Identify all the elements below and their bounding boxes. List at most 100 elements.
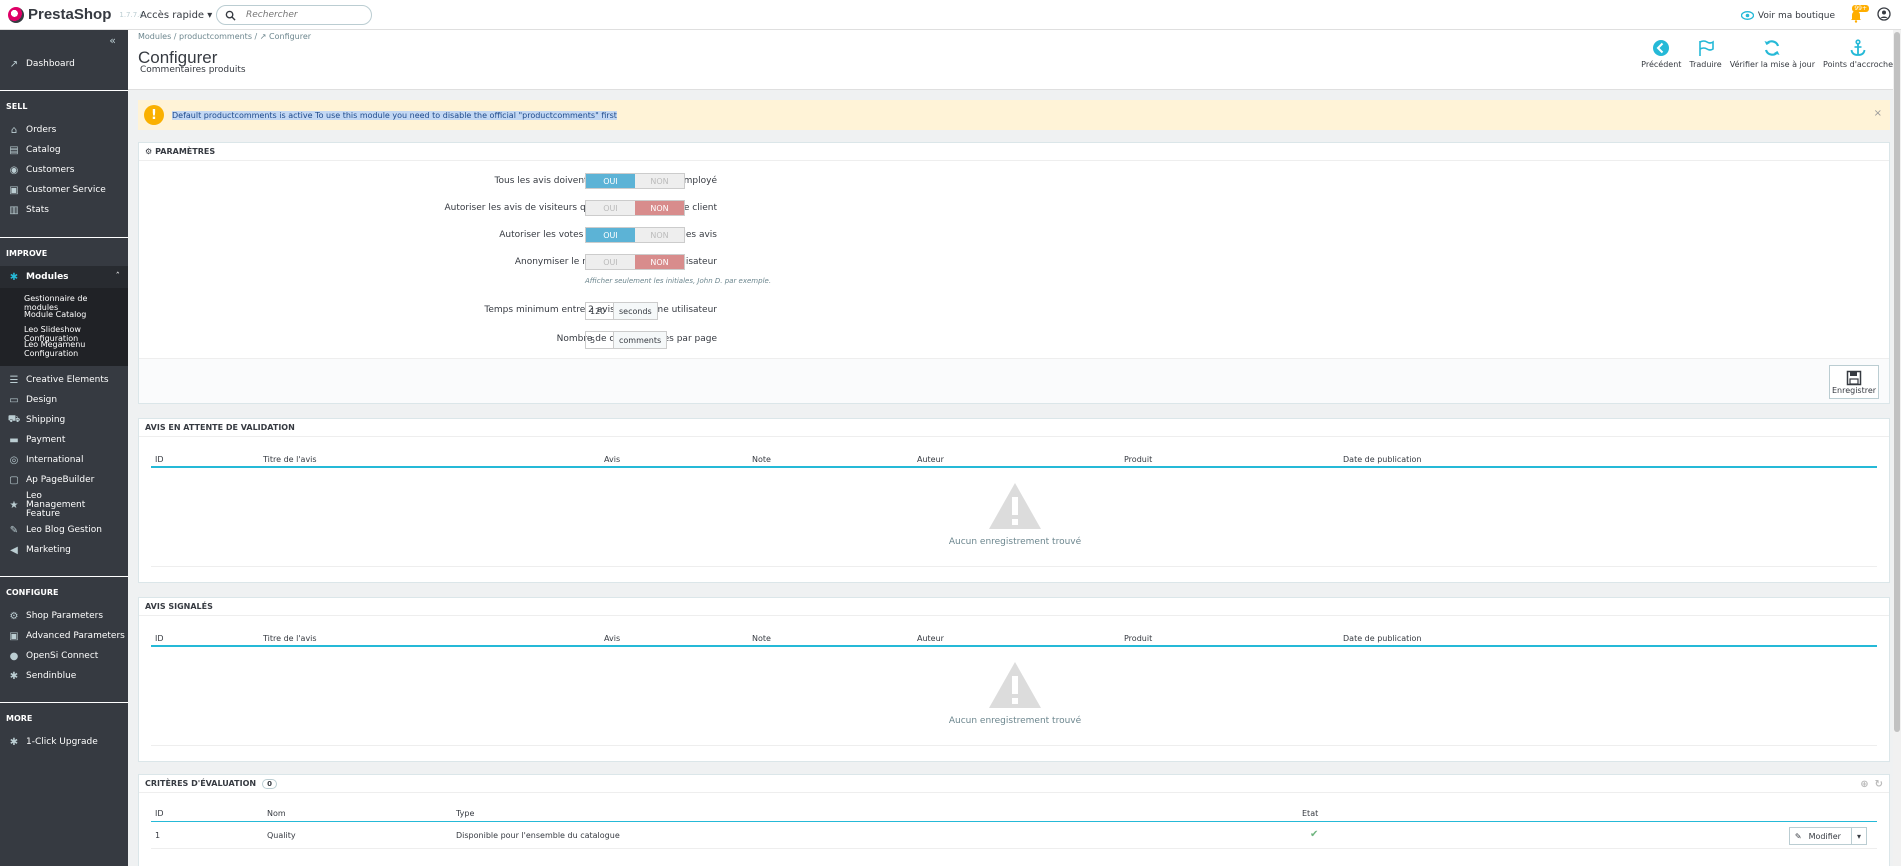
column-name[interactable]: Nom — [267, 809, 286, 818]
refresh-icon[interactable]: ↻ — [1875, 779, 1883, 790]
notifications-button[interactable]: 99+ — [1849, 4, 1869, 23]
sidebar-item-opensi-connect[interactable]: ● OpenSi Connect — [0, 647, 128, 665]
sidebar-item-ap-pagebuilder[interactable]: ▢ Ap PageBuilder — [0, 471, 128, 489]
column-type[interactable]: Type — [456, 809, 474, 818]
page-toolbar: Précédent Traduire Vérifier la mise à jo… — [1641, 38, 1893, 69]
save-label: Enregistrer — [1831, 385, 1877, 395]
floppy-disk-icon — [1846, 370, 1862, 385]
submenu-item-leo-megamenu[interactable]: Leo Megamenu Configuration — [24, 340, 124, 358]
sidebar-item-1-click-upgrade[interactable]: ✱ 1-Click Upgrade — [0, 733, 128, 751]
back-button[interactable]: Précédent — [1641, 38, 1681, 69]
sidebar-item-customer-service[interactable]: ▣ Customer Service — [0, 181, 128, 199]
sidebar-item-leo-management[interactable]: ★ Leo Management Feature — [0, 491, 128, 519]
count-badge: 0 — [262, 778, 277, 789]
anonymize-lastname-switch[interactable]: OUI NON — [585, 254, 685, 270]
sidebar-item-sendinblue[interactable]: ✱ Sendinblue — [0, 667, 128, 685]
min-time-input-group[interactable]: 120 seconds — [585, 302, 658, 320]
sidebar-item-catalog[interactable]: ▤ Catalog — [0, 141, 128, 159]
column-review[interactable]: Avis — [604, 634, 620, 643]
sidebar-item-payment[interactable]: ▬ Payment — [0, 431, 128, 449]
sidebar-item-advanced-parameters[interactable]: ▣ Advanced Parameters — [0, 627, 128, 645]
column-title[interactable]: Titre de l'avis — [263, 455, 317, 464]
search-box[interactable] — [216, 5, 372, 25]
table-row[interactable]: 1 Quality Disponible pour l'ensemble du … — [151, 827, 1877, 849]
collapse-sidebar-icon[interactable]: « — [109, 34, 116, 47]
gears-icon: ⚙ — [145, 147, 153, 156]
page-scrollbar[interactable] — [1893, 30, 1901, 866]
sidebar-divider — [0, 90, 128, 91]
switch-no[interactable]: NON — [635, 255, 684, 269]
user-account-icon[interactable] — [1877, 7, 1891, 24]
sidebar-item-customers[interactable]: ◉ Customers — [0, 161, 128, 179]
validate-reviews-switch[interactable]: OUI NON — [585, 173, 685, 189]
column-product[interactable]: Produit — [1124, 455, 1152, 464]
caret-down-icon[interactable]: ▾ — [1850, 828, 1866, 844]
column-date[interactable]: Date de publication — [1343, 455, 1422, 464]
chevron-up-icon: ˆ — [115, 272, 121, 282]
checkmark-icon[interactable]: ✔ — [1310, 829, 1318, 840]
check-update-button[interactable]: Vérifier la mise à jour — [1730, 38, 1815, 69]
add-circle-icon[interactable]: ⊕ — [1860, 779, 1868, 790]
chat-icon: ▣ — [9, 184, 19, 196]
search-input[interactable] — [246, 10, 356, 20]
sidebar-item-shop-parameters[interactable]: ⚙ Shop Parameters — [0, 607, 128, 625]
per-page-input[interactable]: 5 — [586, 332, 614, 348]
save-button[interactable]: Enregistrer — [1829, 365, 1879, 399]
column-review[interactable]: Avis — [604, 455, 620, 464]
view-shop-link[interactable]: Voir ma boutique — [1740, 11, 1835, 21]
reported-reviews-panel: AVIS SIGNALÉS ID Titre de l'avis Avis No… — [138, 597, 1890, 762]
per-page-input-group[interactable]: 5 comments — [585, 331, 668, 349]
table-header: ID Titre de l'avis Avis Note Auteur Prod… — [151, 452, 1877, 468]
column-author[interactable]: Auteur — [917, 634, 944, 643]
guest-reviews-switch[interactable]: OUI NON — [585, 200, 685, 216]
switch-no[interactable]: NON — [635, 228, 684, 242]
criteria-panel: CRITÈRES D'ÉVALUATION 0 ⊕ ↻ ID Nom Type … — [138, 774, 1890, 866]
sidebar-item-stats[interactable]: ▥ Stats — [0, 201, 128, 219]
usefulness-votes-switch[interactable]: OUI NON — [585, 227, 685, 243]
hooks-button[interactable]: Points d'accroche — [1823, 38, 1893, 69]
sidebar-item-label: Customers — [26, 165, 75, 175]
submenu-item-module-catalog[interactable]: Module Catalog — [24, 310, 124, 319]
quick-access-dropdown[interactable]: Accès rapide ▾ — [140, 10, 212, 21]
sidebar-item-design[interactable]: ▭ Design — [0, 391, 128, 409]
pencil-icon: ✎ — [9, 524, 19, 536]
sidebar-item-orders[interactable]: ⌂ Orders — [0, 121, 128, 139]
sidebar-item-dashboard[interactable]: ↗ Dashboard — [0, 55, 128, 73]
switch-yes[interactable]: OUI — [586, 174, 635, 188]
column-author[interactable]: Auteur — [917, 455, 944, 464]
eye-icon — [1740, 11, 1754, 20]
switch-yes[interactable]: OUI — [586, 228, 635, 242]
globe-icon: ◎ — [9, 454, 19, 466]
close-icon[interactable]: × — [1874, 108, 1882, 119]
sidebar-item-creative-elements[interactable]: ☰ Creative Elements — [0, 371, 128, 389]
sidebar-item-leo-blog[interactable]: ✎ Leo Blog Gestion — [0, 521, 128, 539]
column-date[interactable]: Date de publication — [1343, 634, 1422, 643]
column-title[interactable]: Titre de l'avis — [263, 634, 317, 643]
switch-yes[interactable]: OUI — [586, 201, 635, 215]
sidebar-section-configure: CONFIGURE — [6, 588, 59, 597]
sidebar-divider — [0, 702, 128, 703]
min-time-input[interactable]: 120 — [586, 303, 614, 319]
column-grade[interactable]: Note — [752, 634, 771, 643]
sidebar-item-international[interactable]: ◎ International — [0, 451, 128, 469]
column-id[interactable]: ID — [155, 634, 164, 643]
prestashop-logo[interactable]: PrestaShop 1.7.7.4 — [8, 6, 144, 23]
breadcrumb[interactable]: Modules / productcomments / ↗ Configurer — [138, 32, 311, 41]
sidebar-item-modules[interactable]: ✱ Modules ˆ — [0, 266, 128, 288]
translate-button[interactable]: Traduire — [1689, 38, 1722, 69]
form-row-validate-reviews: Tous les avis doivent être validés par u… — [139, 173, 1891, 191]
switch-no[interactable]: NON — [635, 174, 684, 188]
scrollbar-thumb[interactable] — [1894, 32, 1900, 732]
column-grade[interactable]: Note — [752, 455, 771, 464]
star-icon: ★ — [9, 499, 19, 511]
switch-yes[interactable]: OUI — [586, 255, 635, 269]
edit-button[interactable]: ✎ Modifier — [1790, 828, 1851, 844]
sidebar-item-shipping[interactable]: ⛟ Shipping — [0, 411, 128, 429]
column-state[interactable]: Etat — [1302, 809, 1318, 818]
column-product[interactable]: Produit — [1124, 634, 1152, 643]
switch-no[interactable]: NON — [635, 201, 684, 215]
sidebar-item-marketing[interactable]: ◀ Marketing — [0, 541, 128, 559]
pencil-icon: ✎ — [1794, 831, 1802, 841]
column-id[interactable]: ID — [155, 809, 164, 818]
column-id[interactable]: ID — [155, 455, 164, 464]
